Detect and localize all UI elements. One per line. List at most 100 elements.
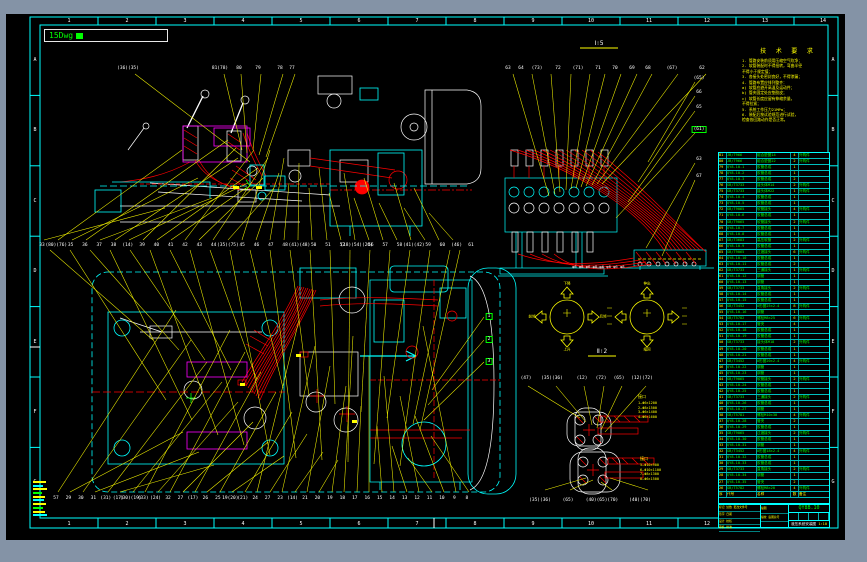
bom-cell: GB/T3733 <box>727 340 757 346</box>
bom-cell: 外购件 <box>799 183 810 188</box>
bom-cell: 高压软管 <box>757 237 791 243</box>
bom-cell: 31 <box>719 455 727 461</box>
bom-cell: 胶管总成 <box>757 171 791 177</box>
dwg-label-text: 15Dwg <box>49 30 74 40</box>
bom-cell: 外购件 <box>799 394 810 399</box>
bom-cell: QY8.10-14 <box>727 292 757 298</box>
callout-number: 26 <box>202 496 209 501</box>
bom-cell: 胶管总成 <box>757 328 791 334</box>
bom-cell <box>799 274 829 279</box>
bom-cell: 接头体M22 <box>757 189 791 195</box>
bom-cell: 6 <box>791 316 799 322</box>
bom-cell: 过渡接头 <box>757 431 791 437</box>
bom-cell: GB/T3452 <box>727 358 757 364</box>
callout-number: 2 <box>485 336 493 343</box>
legend-line: 8—Φ6×1500 <box>640 476 659 481</box>
callout-number: 31 <box>90 496 97 501</box>
callout-number: 19 <box>327 496 333 501</box>
bom-cell: 1 <box>791 455 799 461</box>
callout-number: (35)(36) <box>529 498 551 503</box>
bom-cell: O形圈25×2.4 <box>757 304 791 310</box>
bom-cell: 外购件 <box>799 286 810 291</box>
bom-cell: 81 <box>719 153 727 159</box>
callout-number: (67) <box>666 66 678 71</box>
bom-cell: 51 <box>719 334 727 340</box>
bom-cell: 管夹 <box>757 322 791 328</box>
bom-cell: QY8.10-35 <box>727 479 757 485</box>
bom-cell: 胶管总成 <box>757 388 791 394</box>
title-block-cell <box>799 513 809 520</box>
bom-cell: 胶管总成 <box>757 334 791 340</box>
bom-cell: 1 <box>791 400 799 406</box>
legend-line: 5—Φ10×900 <box>640 463 659 467</box>
bom-cell: 外购件 <box>799 189 810 194</box>
callout-number: (35)(75) <box>217 243 239 248</box>
bom-cell: GB/T5781 <box>727 413 757 419</box>
bom-cell: 61 <box>719 273 727 279</box>
bom-cell: 1 <box>791 213 799 219</box>
bom-cell: 48 <box>719 352 727 358</box>
bom-cell: 42 <box>719 388 727 394</box>
callout-number: 29 <box>65 496 72 501</box>
bom-cell: 2 <box>791 183 799 189</box>
callout-number: 61 <box>468 243 474 248</box>
bom-cell: 胶管总成 <box>757 225 791 231</box>
bom-cell: QY8.10-24 <box>727 382 757 388</box>
bom-cell: QY8.10-20 <box>727 346 757 352</box>
bom-cell: 64 <box>719 255 727 261</box>
bom-cell: 胶管总成 <box>757 461 791 467</box>
bom-cell <box>799 328 829 333</box>
bom-cell: 74 <box>719 195 727 201</box>
zone-col-top: 13 <box>761 17 769 24</box>
callout-number: 65 <box>696 105 702 110</box>
zone-row-left: C <box>33 197 37 204</box>
bom-cell: 39 <box>719 406 727 413</box>
bom-cell: 胶管总成 <box>757 213 791 219</box>
bom-cell: 软管接头 <box>757 207 791 213</box>
callout-number: (80)(76) <box>45 243 68 248</box>
revision-strip-bar <box>33 481 46 483</box>
bom-cell: 1 <box>791 473 799 479</box>
circle2-bottom-label: 缩回 <box>643 347 651 352</box>
zone-col-bottom: 8 <box>473 520 477 527</box>
callout-number: 66 <box>696 90 702 95</box>
callout-number: 71 <box>595 66 601 71</box>
bom-cell: 55 <box>719 310 727 316</box>
bom-cell: 68 <box>719 231 727 237</box>
bom-cell: QY8.10-9 <box>727 243 757 249</box>
callout-number: (17) <box>187 496 199 501</box>
bom-cell: 胶管总成 <box>757 346 791 352</box>
bom-cell: QY8.10-33 <box>727 461 757 467</box>
bom-cell: 1 <box>791 279 799 286</box>
bom-cell: QY8.10-8 <box>727 231 757 237</box>
bom-cell: 胶管总成 <box>757 177 791 183</box>
callout-number: 32 <box>165 496 171 501</box>
revision-strip-bar <box>33 499 44 502</box>
bom-cell: 过渡接头 <box>757 249 791 255</box>
callout-number: (14) <box>287 496 298 501</box>
callout-number: (35)(36) <box>541 376 563 381</box>
bom-cell: 钢管 <box>757 370 791 376</box>
circle2-top-label: 伸出 <box>643 281 651 286</box>
legend-line: 1—Φ6×1200 <box>638 401 657 405</box>
bom-cell: JB/T966 <box>727 159 757 165</box>
bom-cell: 1 <box>791 310 799 316</box>
bom-cell: 2 <box>791 376 799 382</box>
callout-number: 70 <box>612 66 618 71</box>
bom-cell: 69 <box>719 225 727 231</box>
callout-number: (14) <box>122 243 134 248</box>
bom-cell: 1 <box>791 165 799 171</box>
bom-cell: 2 <box>791 340 799 346</box>
bom-cell: GB/T3733 <box>727 467 757 473</box>
bom-cell: QY8.10-31 <box>727 443 757 449</box>
revision-strip <box>33 481 48 518</box>
dwg-label-marker-icon <box>76 32 84 39</box>
view-label-control-circles: Ⅱ∶2 <box>596 348 608 355</box>
technical-requirements: 技 术 要 求 1. 管路安装前须用压缩空气吹净； 2. 软管装配时不得扭转，弯曲… <box>742 46 834 123</box>
bom-cell: QY8.10-11 <box>727 261 757 267</box>
callout-number: 33 <box>39 243 45 248</box>
callout-number: (12)(72) <box>631 376 653 381</box>
bom-cell: QY8.10-26 <box>727 400 757 406</box>
title-block-signature-area: 标记 处数 更改文件号 签字 日期 设计 校核 审核 批准 <box>719 505 761 533</box>
revision-strip-bar <box>33 495 45 498</box>
